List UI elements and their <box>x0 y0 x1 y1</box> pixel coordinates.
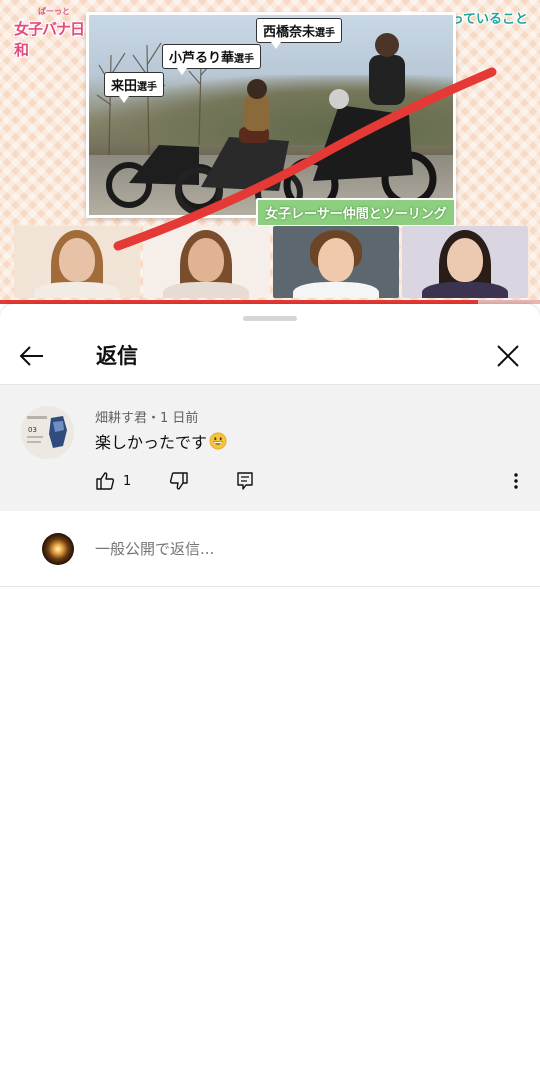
show-logo-small: ぱーっと <box>38 7 70 16</box>
show-logo-title: 女子バナ日和 <box>14 20 85 59</box>
grinning-face-emoji-icon <box>209 432 227 450</box>
show-logo: ぱーっと 女子バナ日和 <box>10 6 90 59</box>
participant-2 <box>143 226 270 298</box>
close-icon <box>497 345 519 367</box>
parent-comment: 03 畑耕す君・1 日前 楽しかったです 1 <box>0 385 540 511</box>
thumbs-down-icon <box>169 472 188 490</box>
like-button[interactable]: 1 <box>95 469 131 493</box>
close-button[interactable] <box>488 336 528 376</box>
comment-actions: 1 <box>95 469 535 493</box>
avatar-number: 03 <box>28 426 37 434</box>
participant-thumbnails <box>14 226 528 298</box>
label-nishihashi: 西橋奈未選手 <box>256 18 343 49</box>
thumbs-up-icon <box>96 472 115 490</box>
participant-1 <box>14 226 141 298</box>
more-vert-icon <box>514 473 518 489</box>
comment-body: 楽しかったです <box>95 429 227 453</box>
meta-separator: ・ <box>147 411 161 426</box>
reply-button[interactable] <box>235 469 255 493</box>
commenter-avatar[interactable]: 03 <box>21 406 74 459</box>
reply-input[interactable] <box>95 535 515 563</box>
comment-meta: 畑耕す君・1 日前 <box>95 407 198 426</box>
photo-caption: 女子レーサー仲間とツーリング <box>256 198 456 227</box>
like-count: 1 <box>123 473 132 489</box>
participant-3 <box>272 226 399 298</box>
drag-handle[interactable] <box>243 316 297 321</box>
sheet-header: 返信 <box>0 326 540 386</box>
video-player[interactable]: ぱーっと 女子バナ日和 最近ハマっていること 来田選手 小芦るり華選手 西橋奈未… <box>0 0 540 304</box>
participant-4 <box>401 226 528 298</box>
label-kita: 来田選手 <box>104 72 165 103</box>
back-button[interactable] <box>12 336 52 376</box>
reply-comment-icon <box>237 472 253 490</box>
reply-composer <box>0 511 540 587</box>
user-avatar <box>42 533 74 565</box>
comment-text: 楽しかったです <box>95 433 208 452</box>
label-oshi: 小芦るり華選手 <box>162 44 262 75</box>
comment-time: 1 日前 <box>160 411 199 426</box>
comment-author[interactable]: 畑耕す君 <box>95 411 147 426</box>
more-options-button[interactable] <box>507 469 525 493</box>
dislike-button[interactable] <box>169 469 189 493</box>
sheet-title: 返信 <box>96 344 138 368</box>
replies-sheet: 返信 03 畑耕す君・1 日前 楽しかったです 1 一般公開で返信... <box>0 304 540 1066</box>
arrow-left-icon <box>19 346 43 366</box>
